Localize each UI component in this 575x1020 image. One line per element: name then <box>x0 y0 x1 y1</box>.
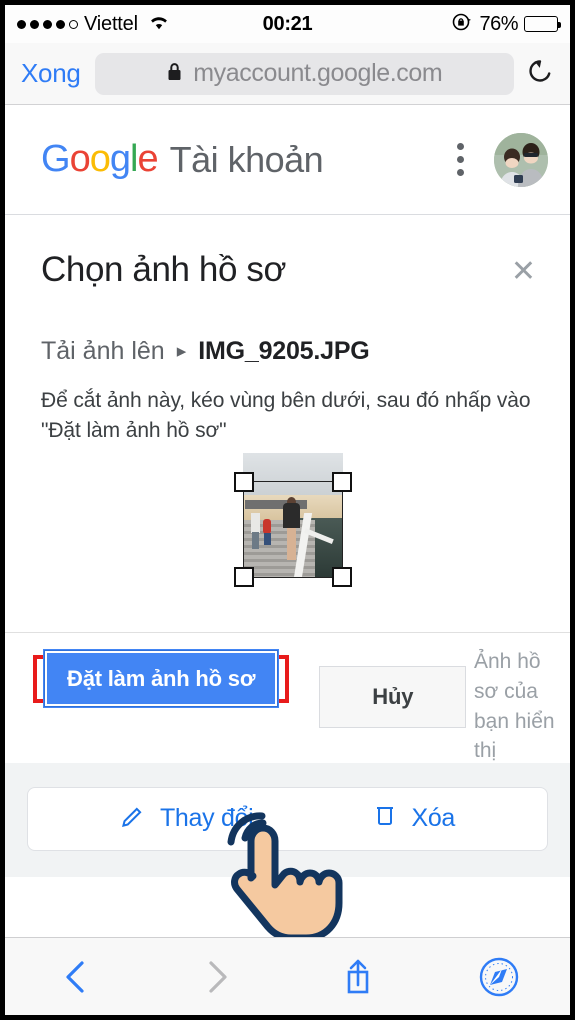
breadcrumb: Tải ảnh lên ▸ IMG_9205.JPG <box>5 293 570 366</box>
delete-photo-button[interactable]: Xóa <box>373 802 455 835</box>
pencil-icon <box>120 802 146 835</box>
google-logo: Google <box>41 138 159 180</box>
kebab-menu-icon[interactable] <box>445 137 476 182</box>
trash-icon <box>373 802 397 835</box>
crop-area[interactable] <box>5 452 570 618</box>
chevron-right-icon: ▸ <box>176 341 187 362</box>
google-account-header: Google Tài khoản <box>5 105 570 215</box>
choose-profile-photo-dialog: Chọn ảnh hồ sơ ✕ Tải ảnh lên ▸ IMG_9205.… <box>5 215 570 763</box>
photo-actions-card: Thay đổi Xóa <box>27 786 548 851</box>
account-avatar[interactable] <box>494 132 548 187</box>
ios-status-bar: Viettel 00:21 76% <box>5 5 570 43</box>
dialog-footer: Đặt làm ảnh hồ sơ Hủy Ảnh hồ sơ của bạn … <box>5 633 570 763</box>
delete-photo-label: Xóa <box>411 804 456 833</box>
forward-button <box>146 957 287 997</box>
done-button[interactable]: Xong <box>21 58 81 89</box>
highlight-annotation: Đặt làm ảnh hồ sơ <box>33 649 290 707</box>
crop-selection-box[interactable] <box>234 471 352 587</box>
crop-handle-top-right[interactable] <box>332 471 352 492</box>
breadcrumb-filename: IMG_9205.JPG <box>198 337 370 365</box>
status-bar-right: 76% <box>451 11 561 38</box>
profile-photo-note: Ảnh hồ sơ của bạn hiển thị <box>474 649 555 763</box>
close-icon[interactable]: ✕ <box>503 251 544 293</box>
product-name: Tài khoản <box>169 138 324 180</box>
bookmarks-button[interactable] <box>429 956 570 998</box>
change-photo-button[interactable]: Thay đổi <box>120 802 254 835</box>
crop-instructions: Để cắt ảnh này, kéo vùng bên dưới, sau đ… <box>41 389 531 443</box>
reload-icon[interactable] <box>524 55 556 92</box>
dialog-title: Chọn ảnh hồ sơ <box>41 250 287 289</box>
crop-handle-bottom-left[interactable] <box>234 566 254 587</box>
breadcrumb-source[interactable]: Tải ảnh lên <box>41 337 165 366</box>
back-button[interactable] <box>5 957 146 997</box>
battery-percent: 76% <box>479 12 518 35</box>
safari-toolbar <box>5 937 570 1015</box>
change-photo-label: Thay đổi <box>159 804 254 833</box>
page-background: Thay đổi Xóa <box>5 762 570 877</box>
browser-address-bar: Xong myaccount.google.com <box>5 43 570 105</box>
crop-handle-bottom-right[interactable] <box>332 566 352 587</box>
device-screen: Viettel 00:21 76% Xong myaccount.google.… <box>5 5 570 1015</box>
url-input[interactable]: myaccount.google.com <box>94 52 514 95</box>
lock-icon <box>166 61 183 87</box>
set-as-profile-photo-button[interactable]: Đặt làm ảnh hồ sơ <box>44 649 279 707</box>
cancel-button[interactable]: Hủy <box>319 665 467 728</box>
dialog-header: Chọn ảnh hồ sơ ✕ <box>5 215 570 293</box>
crop-handle-top-left[interactable] <box>234 471 254 492</box>
battery-icon <box>524 16 561 32</box>
share-button[interactable] <box>288 955 429 999</box>
url-text: myaccount.google.com <box>193 59 443 87</box>
rotation-lock-icon <box>451 11 473 38</box>
